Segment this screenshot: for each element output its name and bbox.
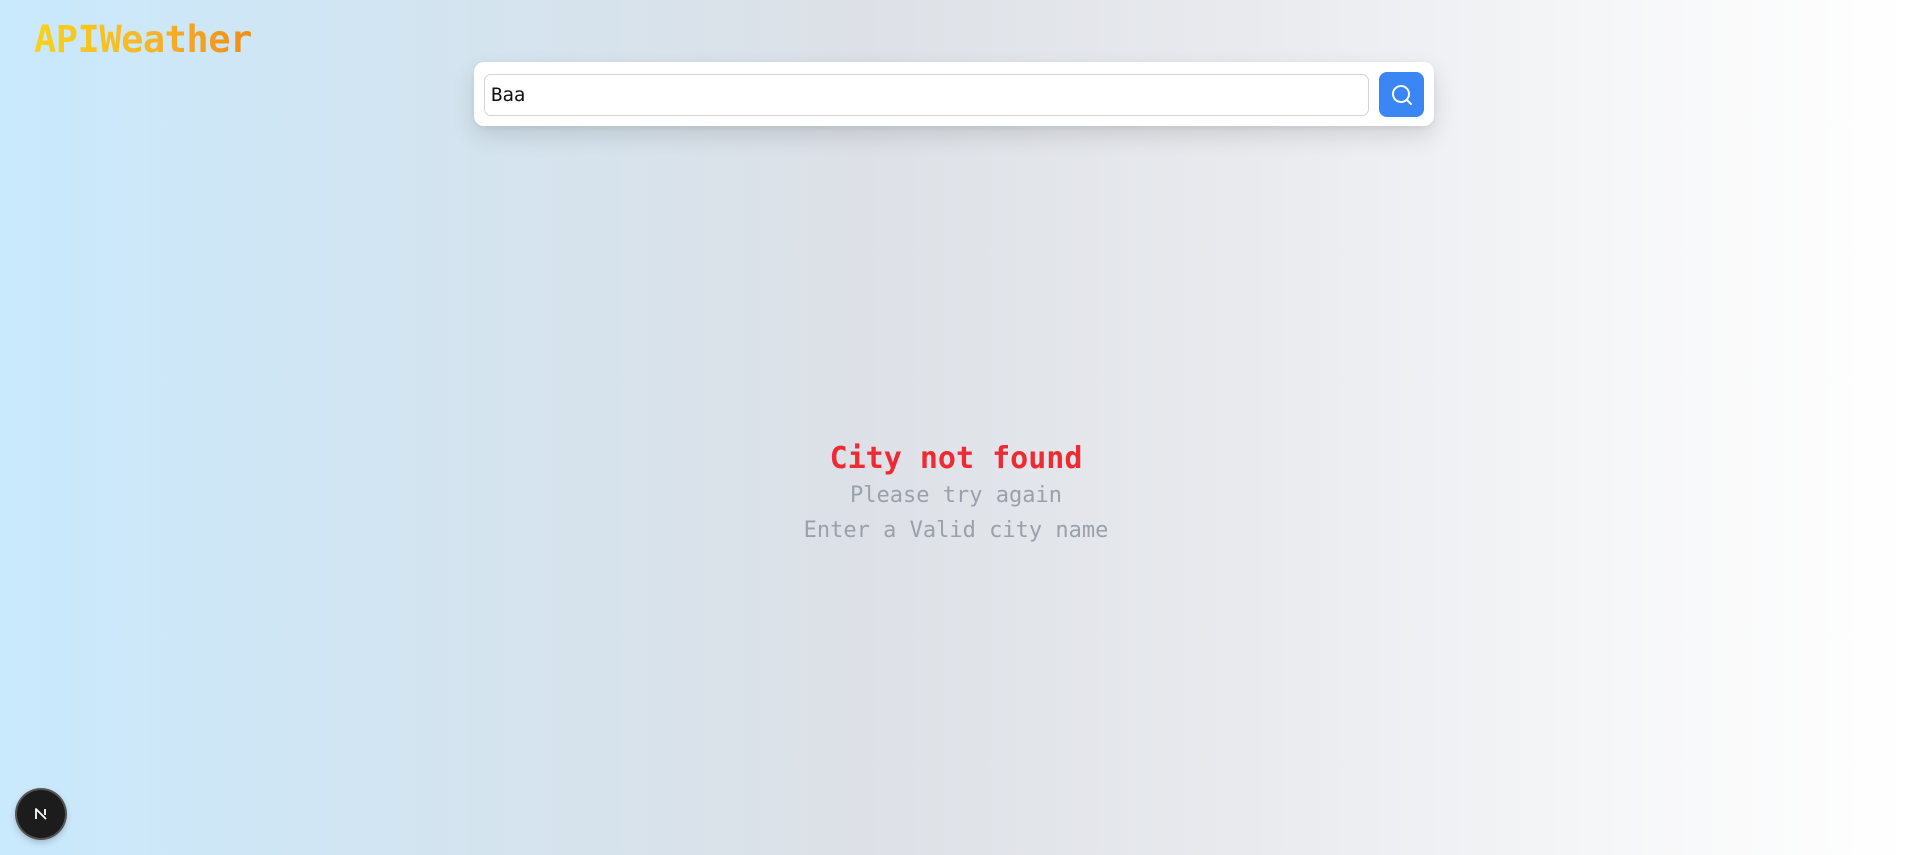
error-title: City not found <box>829 441 1083 476</box>
error-hint-retry: Please try again <box>850 483 1062 508</box>
error-hint-valid-city: Enter a Valid city name <box>803 518 1109 543</box>
search-button[interactable] <box>1379 72 1424 117</box>
nextjs-dev-badge[interactable] <box>17 790 65 838</box>
error-message: City not found Please try again Enter a … <box>0 440 1912 548</box>
app-logo[interactable]: APIWeather <box>34 18 252 62</box>
search-panel <box>474 62 1434 126</box>
city-search-input[interactable] <box>484 74 1369 116</box>
search-icon <box>1390 83 1414 107</box>
nextjs-logo-icon <box>31 804 51 824</box>
